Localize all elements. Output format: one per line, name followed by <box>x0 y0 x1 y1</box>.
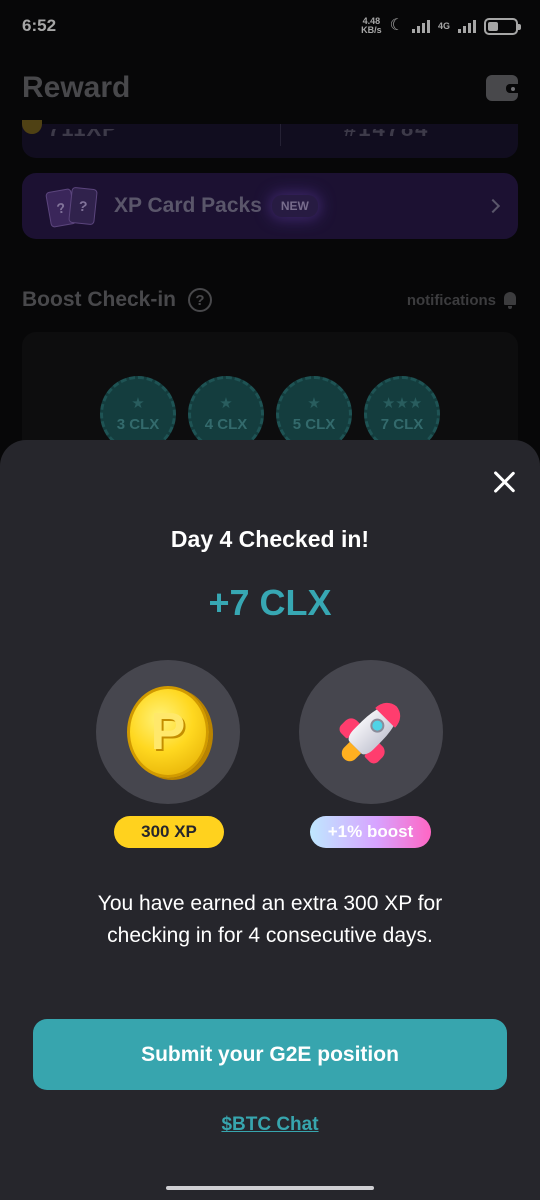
checkin-modal: Day 4 Checked in! +7 CLX P 300 XP +1% bo… <box>0 440 540 1200</box>
btc-chat-link[interactable]: $BTC Chat <box>0 1114 540 1136</box>
boost-reward-circle <box>299 660 443 804</box>
home-indicator[interactable] <box>166 1186 374 1190</box>
coin-icon: P <box>127 686 209 778</box>
xp-reward-circle: P <box>96 660 240 804</box>
close-icon[interactable] <box>486 464 522 500</box>
rocket-icon <box>314 675 427 788</box>
submit-g2e-button[interactable]: Submit your G2E position <box>33 1019 507 1090</box>
modal-title: Day 4 Checked in! <box>170 526 370 552</box>
boost-badge: +1% boost <box>310 816 431 848</box>
modal-amount: +7 CLX <box>208 582 332 623</box>
modal-description: You have earned an extra 300 XP for chec… <box>97 892 443 947</box>
xp-badge: 300 XP <box>114 816 224 848</box>
